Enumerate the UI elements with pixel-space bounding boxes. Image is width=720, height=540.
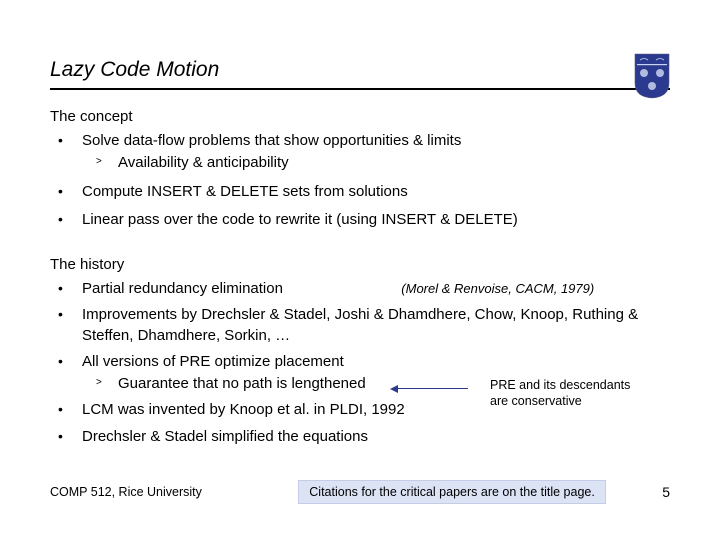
- note-line: PRE and its descendants: [490, 378, 630, 392]
- citation: (Morel & Renvoise, CACM, 1979): [401, 281, 594, 296]
- footer-course: COMP 512, Rice University: [50, 485, 202, 499]
- concept-list: Solve data-flow problems that show oppor…: [50, 131, 670, 230]
- list-item: Linear pass over the code to rewrite it …: [50, 210, 670, 230]
- list-item: Improvements by Drechsler & Stadel, Josh…: [50, 305, 670, 346]
- list-text: Linear pass over the code to rewrite it …: [82, 211, 518, 228]
- annotation-arrow: [398, 388, 468, 389]
- arrow-line-icon: [398, 388, 468, 389]
- history-list: Partial redundancy elimination (Morel & …: [50, 279, 670, 447]
- slide-header: Lazy Code Motion: [50, 58, 670, 90]
- list-text: Partial redundancy elimination: [82, 280, 283, 297]
- list-text: Compute INSERT & DELETE sets from soluti…: [82, 183, 408, 200]
- footer-citation-box: Citations for the critical papers are on…: [298, 480, 606, 504]
- arrow-head-icon: [390, 385, 398, 393]
- sublist-item: Availability & anticipability: [94, 153, 670, 173]
- list-item: Compute INSERT & DELETE sets from soluti…: [50, 182, 670, 202]
- note-line: are conservative: [490, 394, 582, 408]
- shield-icon: [634, 53, 670, 99]
- university-shield-logo: [634, 53, 670, 99]
- list-item: Solve data-flow problems that show oppor…: [50, 131, 670, 174]
- list-item: Partial redundancy elimination (Morel & …: [50, 279, 670, 299]
- sublist: Availability & anticipability: [82, 153, 670, 173]
- annotation-note: PRE and its descendants are conservative: [490, 378, 690, 409]
- list-text: Solve data-flow problems that show oppor…: [82, 132, 461, 149]
- page-number: 5: [662, 484, 670, 500]
- slide-title: Lazy Code Motion: [50, 58, 219, 82]
- list-text: All versions of PRE optimize placement: [82, 353, 344, 370]
- section-label-history: The history: [50, 256, 670, 273]
- list-item: Drechsler & Stadel simplified the equati…: [50, 427, 670, 447]
- section-label-concept: The concept: [50, 108, 670, 125]
- slide-footer: COMP 512, Rice University Citations for …: [50, 480, 670, 504]
